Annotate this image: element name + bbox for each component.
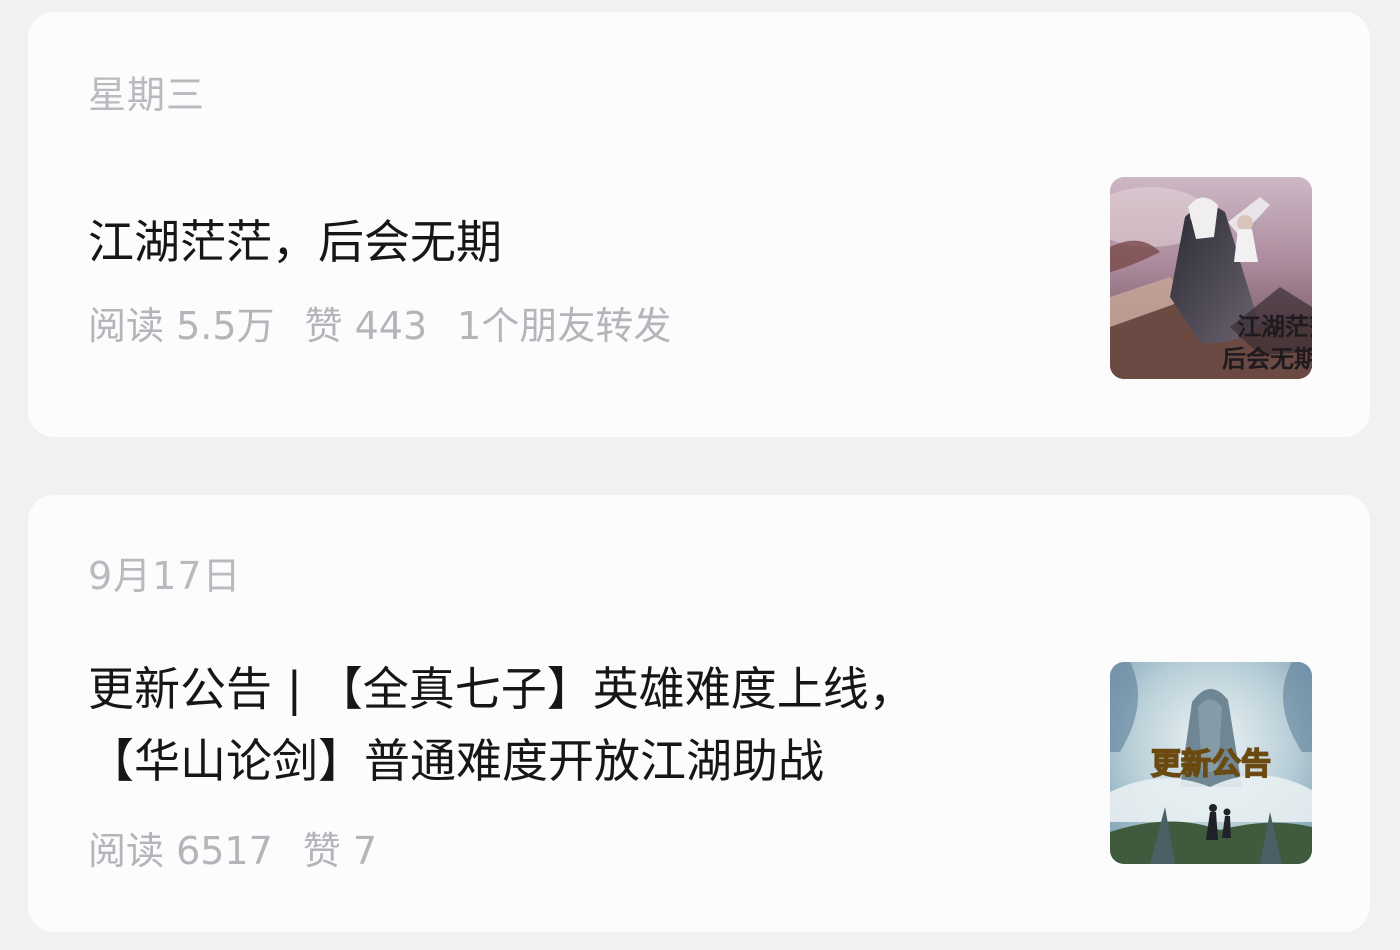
article-thumbnail[interactable]: 江湖茫茫 后会无期 (1110, 177, 1312, 379)
read-count: 阅读 6517 (88, 829, 273, 873)
article-title[interactable]: 江湖茫茫，后会无期 (88, 206, 1048, 278)
thumbnail-caption-line2: 后会无期 (1222, 344, 1312, 373)
article-title[interactable]: 更新公告 | 【全真七子】英雄难度上线， 【华山论剑】普通难度开放江湖助战 (88, 653, 1048, 797)
friend-share-count: 1个朋友转发 (457, 304, 672, 348)
article-thumbnail[interactable]: 更新公告 (1110, 662, 1312, 864)
article-stats: 阅读 5.5万赞 443 1个朋友转发 (88, 295, 701, 350)
article-date: 9月17日 (88, 554, 242, 598)
article-title-line: 更新公告 | 【全真七子】英雄难度上线， (88, 662, 915, 716)
thumbnail-caption-line1: 江湖茫茫 (1237, 312, 1312, 341)
article-title-line: 【华山论剑】普通难度开放江湖助战 (88, 734, 824, 788)
article-card[interactable]: 9月17日 更新公告 | 【全真七子】英雄难度上线， 【华山论剑】普通难度开放江… (28, 495, 1370, 932)
article-stats: 阅读 6517 赞 7 (88, 820, 407, 875)
thumbnail-caption: 更新公告 (1151, 747, 1271, 782)
like-count: 赞 7 (302, 829, 378, 873)
article-card[interactable]: 星期三 江湖茫茫，后会无期 阅读 5.5万赞 443 1个朋友转发 江湖茫 后会… (28, 12, 1370, 437)
read-count: 阅读 5.5万 (88, 304, 275, 348)
like-count: 赞 443 (304, 304, 428, 348)
article-date: 星期三 (88, 73, 206, 117)
